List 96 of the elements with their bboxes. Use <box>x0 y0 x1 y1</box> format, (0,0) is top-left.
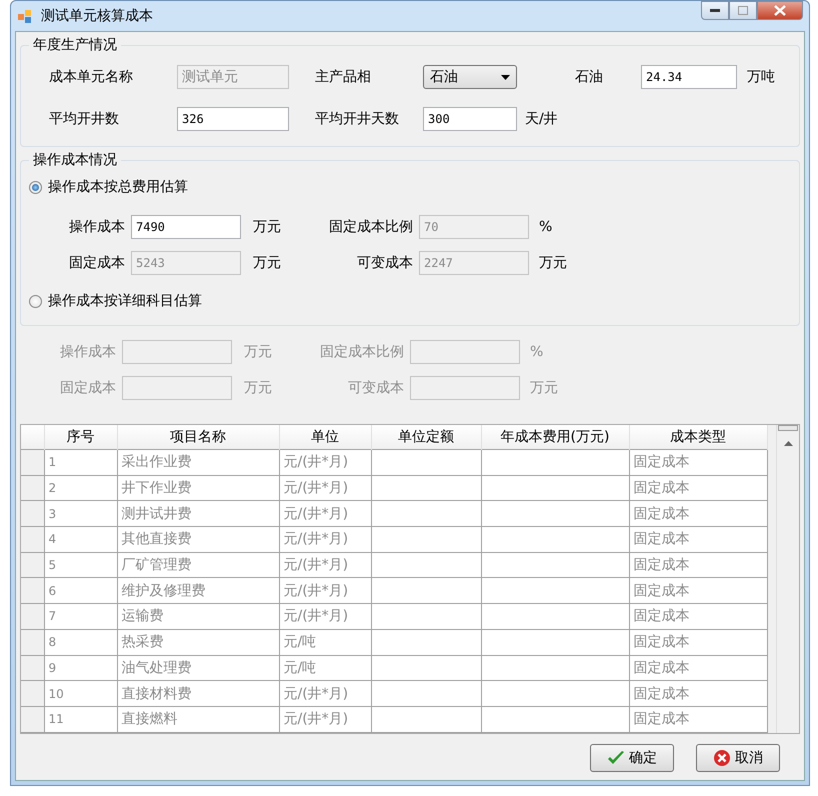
minimize-button[interactable] <box>701 1 729 20</box>
table-cell: 固定成本 <box>629 475 767 501</box>
window-title: 测试单元核算成本 <box>41 7 153 25</box>
input-field[interactable]: 300 <box>423 107 517 131</box>
group-title: 年度生产情况 <box>32 36 118 54</box>
table-cell: 元/(井*月) <box>279 450 371 476</box>
table-cell: 热采费 <box>117 629 279 655</box>
table-cell: 8 <box>44 629 117 655</box>
checkmark-icon <box>607 750 625 766</box>
table-cell: 固定成本 <box>629 706 767 732</box>
scroll-up-icon[interactable] <box>784 441 792 447</box>
table-cell: 2 <box>44 475 117 501</box>
table-cell: 油气处理费 <box>117 655 279 681</box>
field-label: 固定成本比例 <box>319 343 405 361</box>
field-label: 成本单元名称 <box>48 68 134 86</box>
maximize-icon <box>738 6 748 15</box>
table-cell: 固定成本 <box>629 450 767 476</box>
table-cell: 元/(井*月) <box>279 552 371 578</box>
table-cell: 固定成本 <box>629 500 767 527</box>
radio-option[interactable]: 操作成本按详细科目估算 <box>29 287 791 315</box>
field-label: 固定成本 <box>68 254 126 272</box>
table-cell: 固定成本 <box>629 680 767 706</box>
table-cell: 9 <box>44 655 117 681</box>
table-cell: 5 <box>44 552 117 578</box>
group-title: 操作成本情况 <box>32 151 118 169</box>
field-label: 操作成本 <box>59 343 117 361</box>
cancel-icon <box>713 749 731 767</box>
table-cell: 元/(井*月) <box>279 680 371 706</box>
column-header[interactable]: 成本类型 <box>629 425 767 450</box>
table-cell: 固定成本 <box>629 578 767 604</box>
table-cell: 元/(井*月) <box>279 706 371 732</box>
table-cell: 固定成本 <box>629 604 767 630</box>
minimize-icon <box>710 8 720 12</box>
table-cell: 其他直接费 <box>117 526 279 552</box>
unit-label: % <box>529 344 544 360</box>
field-label: 固定成本 <box>59 379 117 397</box>
input-field[interactable]: 7490 <box>131 215 241 239</box>
table-cell: 元/(井*月) <box>279 526 371 552</box>
table-cell: 6 <box>44 578 117 604</box>
unit-label: 万元 <box>252 254 282 272</box>
table-cell: 元/(井*月) <box>279 578 371 604</box>
product-dropdown[interactable]: 石油 <box>423 65 517 89</box>
unit-label: % <box>538 219 554 235</box>
unit-label: 万元 <box>252 218 282 236</box>
table-cell: 元/吨 <box>279 629 371 655</box>
table-cell: 采出作业费 <box>117 450 279 476</box>
input-field[interactable]: 24.34 <box>641 65 737 89</box>
table-cell: 井下作业费 <box>117 475 279 501</box>
table-cell: 固定成本 <box>629 629 767 655</box>
field-label: 固定成本比例 <box>328 218 414 236</box>
table-cell: 元/(井*月) <box>279 475 371 501</box>
close-icon <box>774 5 786 16</box>
table-cell: 元/(井*月) <box>279 604 371 630</box>
table-cell: 固定成本 <box>629 655 767 681</box>
field-label: 可变成本 <box>347 379 405 397</box>
input-field[interactable]: 326 <box>177 107 289 131</box>
field-label: 可变成本 <box>356 254 414 272</box>
column-header[interactable]: 序号 <box>44 425 117 450</box>
table-cell: 元/(井*月) <box>279 500 371 527</box>
table-cell: 固定成本 <box>629 526 767 552</box>
table-cell: 7 <box>44 604 117 630</box>
table-cell: 元/吨 <box>279 655 371 681</box>
dropdown-caret-icon <box>501 74 510 80</box>
field-label: 主产品相 <box>315 68 372 86</box>
unit-label: 万元 <box>243 379 273 397</box>
column-header[interactable]: 单位 <box>279 425 371 450</box>
table-cell: 11 <box>44 706 117 732</box>
table-cell: 维护及修理费 <box>117 578 279 604</box>
close-button[interactable] <box>757 1 803 20</box>
table-cell: 测井试井费 <box>117 500 279 527</box>
table-cell: 运输费 <box>117 604 279 630</box>
unit-label: 万元 <box>538 254 568 272</box>
unit-label: 万元 <box>243 343 273 361</box>
unit-label: 天/井 <box>525 110 558 128</box>
table-cell: 4 <box>44 526 117 552</box>
scroll-thumb[interactable] <box>778 425 798 431</box>
column-header[interactable]: 项目名称 <box>117 425 279 450</box>
cancel-button[interactable]: 取消 <box>696 744 780 772</box>
field-label: 石油 <box>575 68 604 86</box>
radio-option[interactable]: 操作成本按总费用估算 <box>29 173 791 201</box>
table-cell: 厂矿管理费 <box>117 552 279 578</box>
column-header[interactable]: 年成本费用(万元) <box>481 425 629 450</box>
unit-label: 万吨 <box>747 68 775 86</box>
field-label: 操作成本 <box>68 218 126 236</box>
field-label: 平均开井数 <box>48 110 120 128</box>
field-label: 平均开井天数 <box>315 110 400 128</box>
table-cell: 3 <box>44 500 117 527</box>
table-cell: 固定成本 <box>629 552 767 578</box>
table-cell: 10 <box>44 680 117 706</box>
table-cell: 直接材料费 <box>117 680 279 706</box>
unit-label: 万元 <box>529 379 559 397</box>
app-icon <box>17 8 33 24</box>
table-cell: 1 <box>44 450 117 476</box>
table-cell: 直接燃料 <box>117 706 279 732</box>
column-header[interactable]: 单位定额 <box>371 425 481 450</box>
ok-button[interactable]: 确定 <box>590 744 674 772</box>
